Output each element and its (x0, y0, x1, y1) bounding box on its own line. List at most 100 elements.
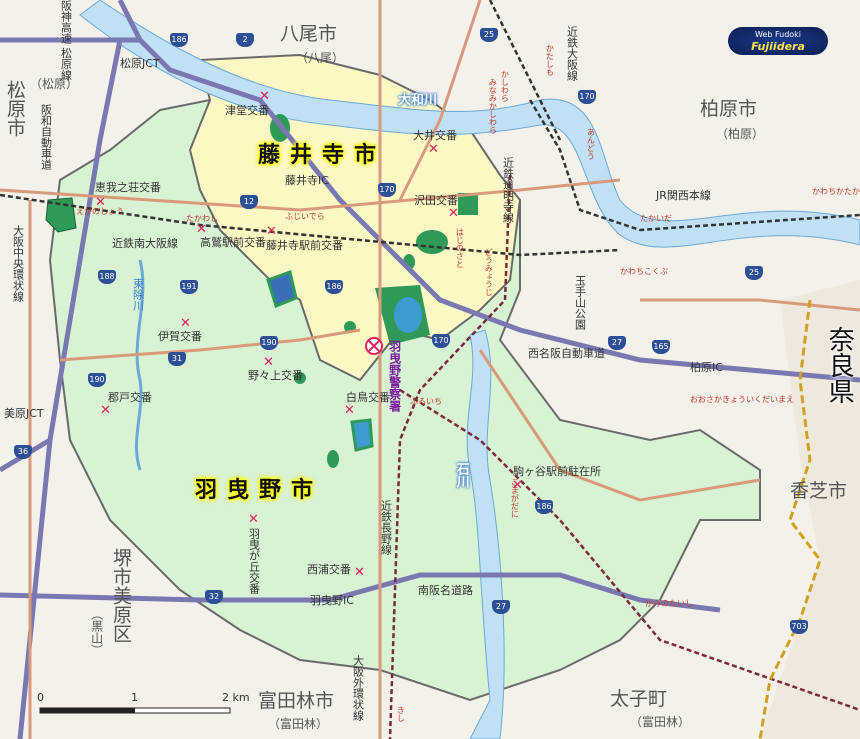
hanwa-label: 阪和自動車道 (39, 104, 53, 170)
station-minamikashiwara: みなみかしわら (488, 78, 498, 134)
higashiyoke-river-label: 東除川 (131, 278, 145, 311)
jr-kansai-label: JR関西本線 (656, 189, 711, 202)
route-shield-27-s: 27 (492, 600, 510, 614)
koban-marker-nonoue[interactable]: ✕ (263, 356, 274, 369)
station-katashimo: かたしも (545, 44, 555, 76)
minami-hanna-label: 南阪名道路 (418, 584, 473, 597)
route-shield-186-s: 186 (535, 500, 553, 514)
station-kawachikokubu: かわちこくぶ (620, 267, 668, 276)
kintetsu-minami-osaka-label: 近鉄南大阪線 (112, 237, 178, 250)
koban-marker-ooi[interactable]: ✕ (428, 143, 439, 156)
tondabayashi-city-label: 富田林市 (258, 690, 335, 712)
kofun-2 (416, 230, 448, 254)
taishi-town-label: 太子町 (610, 688, 668, 710)
tamate-park-label: 玉手山公園 (573, 275, 587, 330)
route-shield-170-s: 170 (432, 334, 450, 348)
koban-marker-koudo[interactable]: ✕ (100, 404, 111, 417)
fujiidera-ic-label: 藤井寺IC (285, 174, 329, 187)
route-shield-703: 703 (790, 620, 808, 634)
koban-label-nonoue: 野々上交番 (248, 369, 303, 382)
station-osaka-kyoiku: おおさかきょういくだいまえ (690, 395, 794, 404)
koban-marker-habikinooka[interactable]: ✕ (248, 513, 259, 526)
koban-label-sawada: 沢田交番 (414, 194, 458, 207)
station-kishi: きし (396, 706, 406, 722)
map-canvas: Web Fudoki Fujiidera 藤井寺市 羽曳野市 八尾市 （八尾） … (0, 0, 860, 739)
domyoji-line-label: 近鉄道明寺線 (501, 157, 515, 223)
station-kaminotaishi: かみのたいし (645, 599, 693, 608)
route-shield-191: 191 (180, 280, 198, 294)
koban-marker-sawada[interactable]: ✕ (448, 207, 459, 220)
scale-zero: 0 (37, 691, 44, 704)
station-furuichi: ふるいち (410, 397, 442, 406)
site-logo[interactable]: Web Fudoki Fujiidera (728, 27, 828, 55)
route-shield-190-w: 190 (88, 373, 106, 387)
route-shield-186-c: 186 (325, 280, 343, 294)
gaikan-label: 大阪外環状線 (351, 655, 365, 721)
kintetsu-osaka-line-label: 近鉄大阪線 (565, 26, 579, 81)
kashiwara-kana-label: （柏原） (716, 127, 765, 141)
route-shield-186: 186 (170, 33, 188, 47)
koban-marker-takawashi[interactable]: ✕ (196, 223, 207, 236)
koban-label-koudo: 郡戸交番 (108, 391, 152, 404)
route-shield-170: 170 (378, 183, 396, 197)
matsubara-jct-label: 松原JCT (120, 57, 160, 70)
koban-marker-shiratori[interactable]: ✕ (344, 404, 355, 417)
sakai-mihara-label: 堺市美原区 (109, 548, 132, 643)
koban-label-fujiidera: 藤井寺駅前交番 (266, 239, 343, 252)
koban-marker-tsudo[interactable]: ✕ (259, 90, 270, 103)
taishi-kana-label: （富田林） (630, 715, 691, 729)
station-domyoji: どうみょうじ (484, 248, 494, 296)
kashiba-city-label: 香芝市 (790, 480, 848, 502)
habikino-ic-label: 羽曳野IC (310, 594, 354, 607)
yao-city-label: 八尾市 (280, 23, 338, 45)
sakai-kana-label: （黒山） (89, 608, 104, 656)
koban-marker-komagadani[interactable]: ✕ (512, 479, 523, 492)
scale-one: 1 (131, 691, 138, 704)
koban-label-ega: 恵我之荘交番 (95, 181, 161, 194)
nara-prefecture-label: 奈良県 (824, 326, 855, 404)
scale-bar-fill (40, 708, 135, 713)
route-shield-170-ne: 170 (578, 90, 596, 104)
route-shield-31: 31 (168, 352, 186, 366)
scale-two: 2 km (222, 691, 250, 704)
route-shield-165: 165 (652, 340, 670, 354)
route-shield-12: 12 (240, 195, 258, 209)
station-hajinosato: はじのさと (455, 228, 465, 268)
route-shield-36: 36 (14, 445, 32, 459)
koban-marker-nishiura[interactable]: ✕ (354, 566, 365, 579)
koban-label-takawashi: 高鷲駅前交番 (200, 236, 266, 249)
police-station-label: 羽曳野警察署 (387, 340, 402, 412)
yamato-river-label: 大和川 (398, 93, 438, 108)
koban-marker-ega[interactable]: ✕ (95, 196, 106, 209)
station-kawachikatakami: かわちかたかみ (812, 187, 860, 196)
kofun-5 (327, 450, 339, 468)
pond-3 (350, 418, 374, 452)
koban-label-nishiura: 西浦交番 (307, 563, 351, 576)
route-shield-32: 32 (205, 590, 223, 604)
koban-marker-fujiidera[interactable]: ✕ (266, 225, 277, 238)
mihara-jct-label: 美原JCT (4, 407, 44, 420)
chuo-kanjo-label: 大阪中央環状線 (11, 225, 25, 302)
route-shield-27: 27 (608, 336, 626, 350)
logo-bottom-text: Fujiidera (751, 40, 805, 53)
nishimeihan-label: 西名阪自動車道 (528, 347, 605, 360)
kofun-moat (394, 297, 422, 333)
koban-label-ooi: 大井交番 (413, 129, 457, 142)
fujiidera-city-label: 藤井寺市 (258, 143, 387, 168)
logo-top-text: Web Fudoki (754, 30, 802, 39)
koban-label-habikinooka: 羽曳が丘交番 (247, 528, 261, 594)
route-shield-190: 190 (260, 336, 278, 350)
station-fujiidera: ふじいでら (285, 212, 325, 221)
habikino-city-label: 羽曳野市 (195, 478, 324, 503)
koban-label-igano: 伊賀交番 (158, 330, 202, 343)
kintetsu-nagano-label: 近鉄長野線 (379, 500, 393, 555)
koban-marker-igano[interactable]: ✕ (180, 317, 191, 330)
hanshin-label: 阪神高速 松原線 (59, 0, 73, 81)
ishi-river-label: 石川 (453, 462, 469, 488)
koban-label-tsudo: 津堂交番 (225, 104, 269, 117)
route-shield-188: 188 (98, 270, 116, 284)
route-shield-25: 25 (480, 28, 498, 42)
station-kashiwara: かしわら (500, 70, 510, 102)
station-anzurao: あんどう (586, 128, 596, 160)
route-shield-2: 2 (236, 33, 254, 47)
